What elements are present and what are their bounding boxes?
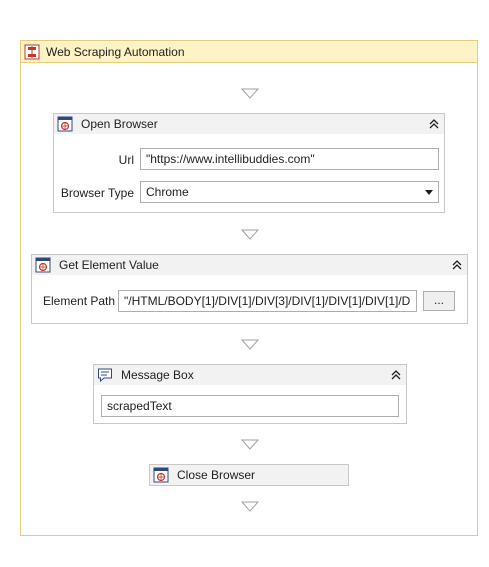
get-element-value-header[interactable]: Get Element Value (32, 255, 467, 275)
get-element-value-title: Get Element Value (59, 258, 159, 272)
browser-icon (35, 257, 51, 273)
browser-type-select[interactable]: Chrome (140, 181, 439, 203)
close-browser-header[interactable]: Close Browser (150, 465, 348, 485)
close-browser-title: Close Browser (177, 468, 256, 482)
drop-arrow-icon[interactable] (241, 229, 259, 241)
message-icon (98, 368, 112, 383)
drop-arrow-icon[interactable] (241, 439, 259, 451)
collapse-icon[interactable] (450, 258, 464, 272)
browser-icon (153, 467, 169, 483)
open-browser-activity[interactable]: Open Browser Url "https://www.intellibud… (53, 113, 445, 213)
sequence-container[interactable]: Web Scraping Automation Open Browser Url… (20, 40, 478, 536)
sequence-header[interactable]: Web Scraping Automation (21, 41, 477, 63)
get-element-value-activity[interactable]: Get Element Value Element Path "/HTML/BO… (31, 254, 468, 324)
collapse-icon[interactable] (389, 368, 403, 382)
element-path-field[interactable]: "/HTML/BODY[1]/DIV[1]/DIV[3]/DIV[1]/DIV[… (118, 290, 417, 312)
message-box-activity[interactable]: Message Box scrapedText (93, 364, 407, 424)
chevron-down-icon (425, 190, 433, 195)
browser-type-label: Browser Type (60, 186, 134, 200)
element-path-label: Element Path (43, 294, 116, 308)
drop-arrow-icon[interactable] (241, 501, 259, 513)
url-field[interactable]: "https://www.intellibuddies.com" (140, 148, 439, 170)
open-browser-title: Open Browser (81, 117, 158, 131)
sequence-icon (24, 44, 40, 59)
open-browser-header[interactable]: Open Browser (54, 114, 444, 134)
url-label: Url (118, 153, 134, 167)
browser-icon (57, 116, 73, 132)
sequence-title: Web Scraping Automation (46, 44, 185, 59)
browser-type-value: Chrome (146, 185, 189, 199)
drop-arrow-icon[interactable] (241, 339, 259, 351)
message-box-header[interactable]: Message Box (94, 365, 406, 385)
close-browser-activity[interactable]: Close Browser (149, 464, 349, 486)
message-box-title: Message Box (121, 368, 194, 382)
drop-arrow-icon[interactable] (241, 88, 259, 100)
message-text-field[interactable]: scrapedText (101, 395, 399, 417)
browse-element-button[interactable]: ... (423, 291, 455, 311)
collapse-icon[interactable] (427, 117, 441, 131)
